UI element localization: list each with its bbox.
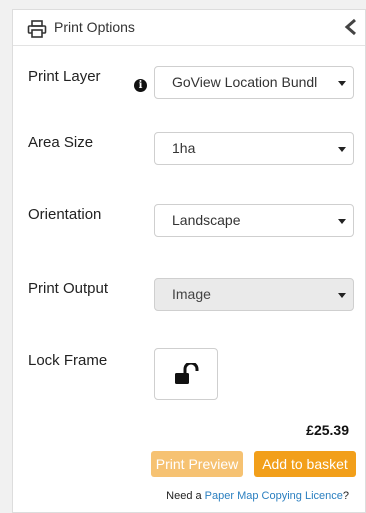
orientation-value: Landscape (172, 212, 241, 228)
caret-down-icon (338, 81, 346, 86)
chevron-left-icon[interactable] (343, 17, 359, 37)
licence-prefix: Need a (166, 490, 205, 502)
print-options-panel: Print Options Print Layer i GoView Locat… (12, 9, 366, 513)
print-output-label: Print Output (28, 280, 109, 297)
orientation-label: Orientation (28, 206, 102, 223)
printer-icon (27, 20, 47, 38)
unlocked-padlock-icon (175, 363, 199, 384)
lock-frame-label: Lock Frame (28, 352, 108, 369)
caret-down-icon (338, 147, 346, 152)
add-to-basket-button[interactable]: Add to basket (254, 451, 356, 477)
licence-note: Need a Paper Map Copying Licence? (166, 490, 349, 502)
caret-down-icon (338, 219, 346, 224)
licence-link[interactable]: Paper Map Copying Licence (205, 490, 343, 502)
print-output-select: Image (154, 278, 354, 311)
print-layer-select[interactable]: GoView Location Bundl (154, 66, 354, 99)
print-layer-label: Print Layer (28, 68, 101, 85)
panel-title: Print Options (54, 19, 135, 35)
area-size-label: Area Size (28, 134, 94, 151)
price: £25.39 (306, 422, 349, 438)
print-preview-button[interactable]: Print Preview (151, 451, 243, 477)
area-size-select[interactable]: 1ha (154, 132, 354, 165)
print-output-value: Image (172, 286, 211, 302)
panel-header: Print Options (13, 10, 365, 46)
caret-down-icon (338, 293, 346, 298)
orientation-select[interactable]: Landscape (154, 204, 354, 237)
area-size-value: 1ha (172, 140, 196, 156)
licence-suffix: ? (342, 490, 349, 502)
info-icon[interactable]: i (134, 79, 147, 92)
lock-frame-button[interactable] (154, 348, 218, 400)
print-layer-value: GoView Location Bundl (172, 74, 318, 90)
